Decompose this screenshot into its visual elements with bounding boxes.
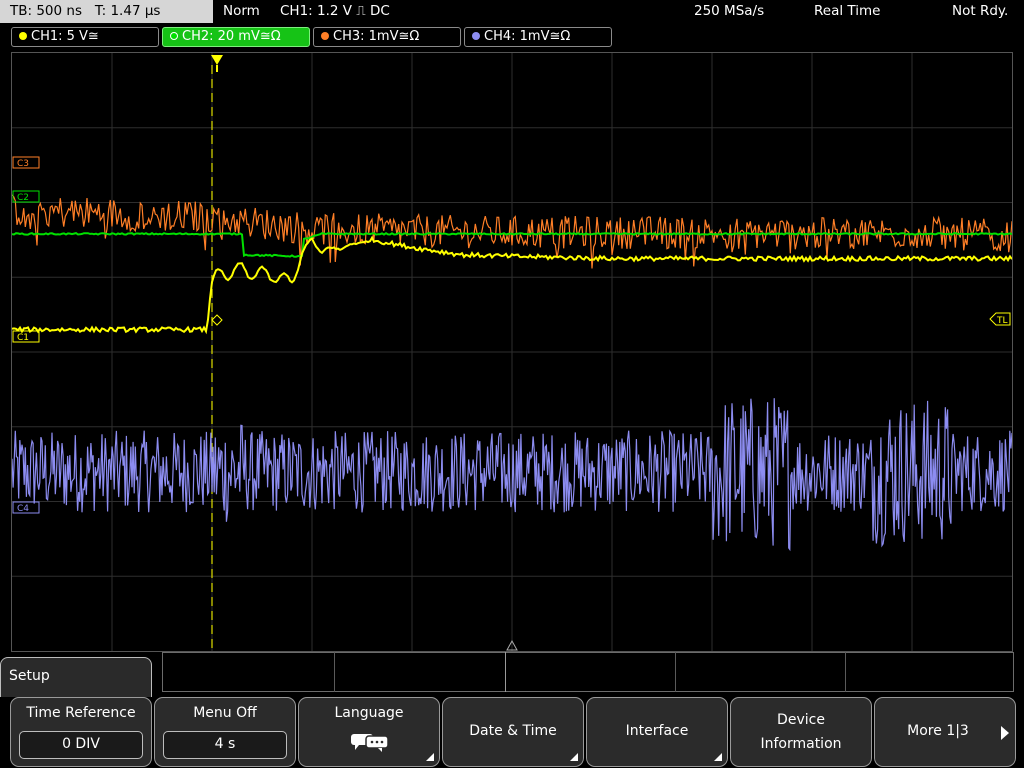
ch4-ground-marker[interactable]: C4 <box>12 501 40 514</box>
language-softkey[interactable]: Language <box>298 697 440 767</box>
ch1-label: CH1: 5 V≅ <box>31 29 99 44</box>
time-reference-softkey[interactable]: Time Reference 0 DIV <box>10 697 152 767</box>
trigger-level-marker[interactable]: TL <box>989 312 1011 326</box>
ch3-ground-marker[interactable]: C3 <box>12 156 40 169</box>
ch2-label: CH2: 20 mV≅Ω <box>182 29 281 44</box>
ch1-ground-marker[interactable]: C1 <box>12 330 40 343</box>
trigger-level-label: TL <box>996 316 1008 326</box>
overview-divider <box>334 652 335 692</box>
overview-divider <box>845 652 846 692</box>
date-time-softkey[interactable]: Date & Time <box>442 697 584 767</box>
timebase-readout[interactable]: TB: 500 ns T: 1.47 µs <box>0 0 213 23</box>
overview-center-marker <box>505 652 506 692</box>
setup-menu-tab[interactable]: Setup <box>0 657 152 697</box>
next-page-icon <box>1001 726 1009 740</box>
ch4-marker-label: C4 <box>17 504 29 514</box>
device-info-label-line2: Information <box>760 736 842 752</box>
trigger-position-marker[interactable] <box>211 55 223 65</box>
ch3-label: CH3: 1mV≅Ω <box>333 29 420 44</box>
ch4-color-icon <box>472 32 480 40</box>
device-information-softkey[interactable]: Device Information <box>730 697 872 767</box>
waveform-display[interactable]: C3 C2 C1 C4 TL <box>11 52 1013 652</box>
channel-tab-ch2[interactable]: CH2: 20 mV≅Ω <box>162 27 310 47</box>
more-softkey[interactable]: More 1|3 <box>874 697 1016 767</box>
trigger-mode[interactable]: Norm <box>223 0 260 23</box>
submenu-arrow-icon <box>426 753 434 761</box>
submenu-arrow-icon <box>570 753 578 761</box>
interface-softkey[interactable]: Interface <box>586 697 728 767</box>
menu-off-label: Menu Off <box>193 705 257 721</box>
ch3-marker-label: C3 <box>17 159 29 169</box>
ch1-marker-label: C1 <box>17 333 29 343</box>
time-reference-value: 0 DIV <box>19 731 143 759</box>
submenu-arrow-icon <box>714 753 722 761</box>
interface-label: Interface <box>625 723 689 739</box>
time-reference-label: Time Reference <box>26 705 136 721</box>
ch2-ground-marker[interactable]: C2 <box>12 190 40 203</box>
sample-rate-readout: 250 MSa/s <box>694 3 765 19</box>
ch1-color-icon <box>19 32 27 40</box>
trigger-source-readout[interactable]: CH1: 1.2 V ⎍ DC <box>280 0 390 23</box>
record-overview-strip[interactable] <box>162 652 1014 692</box>
channel-tab-ch1[interactable]: CH1: 5 V≅ <box>11 27 159 47</box>
trigger-position-stem <box>216 65 218 72</box>
ch3-color-icon <box>321 32 329 40</box>
more-label: More 1|3 <box>907 723 969 739</box>
waveform-plot: C3 C2 C1 C4 TL <box>12 53 1012 651</box>
channel-tab-ch3[interactable]: CH3: 1mV≅Ω <box>313 27 461 47</box>
ch2-color-icon <box>170 32 178 40</box>
graticule <box>12 53 1012 651</box>
menu-off-value: 4 s <box>163 731 287 759</box>
menu-off-softkey[interactable]: Menu Off 4 s <box>154 697 296 767</box>
acquisition-mode: Real Time <box>814 3 881 19</box>
device-info-label-line1: Device <box>777 712 825 728</box>
ch4-label: CH4: 1mV≅Ω <box>484 29 571 44</box>
overview-divider <box>675 652 676 692</box>
language-label: Language <box>334 705 404 721</box>
trigger-state: Not Rdy. <box>952 3 1009 19</box>
channel-tab-ch4[interactable]: CH4: 1mV≅Ω <box>464 27 612 47</box>
date-time-label: Date & Time <box>469 723 557 739</box>
trigger-point-diamond <box>211 314 223 326</box>
language-speech-icon <box>351 734 389 752</box>
ch2-marker-label: C2 <box>17 193 29 203</box>
